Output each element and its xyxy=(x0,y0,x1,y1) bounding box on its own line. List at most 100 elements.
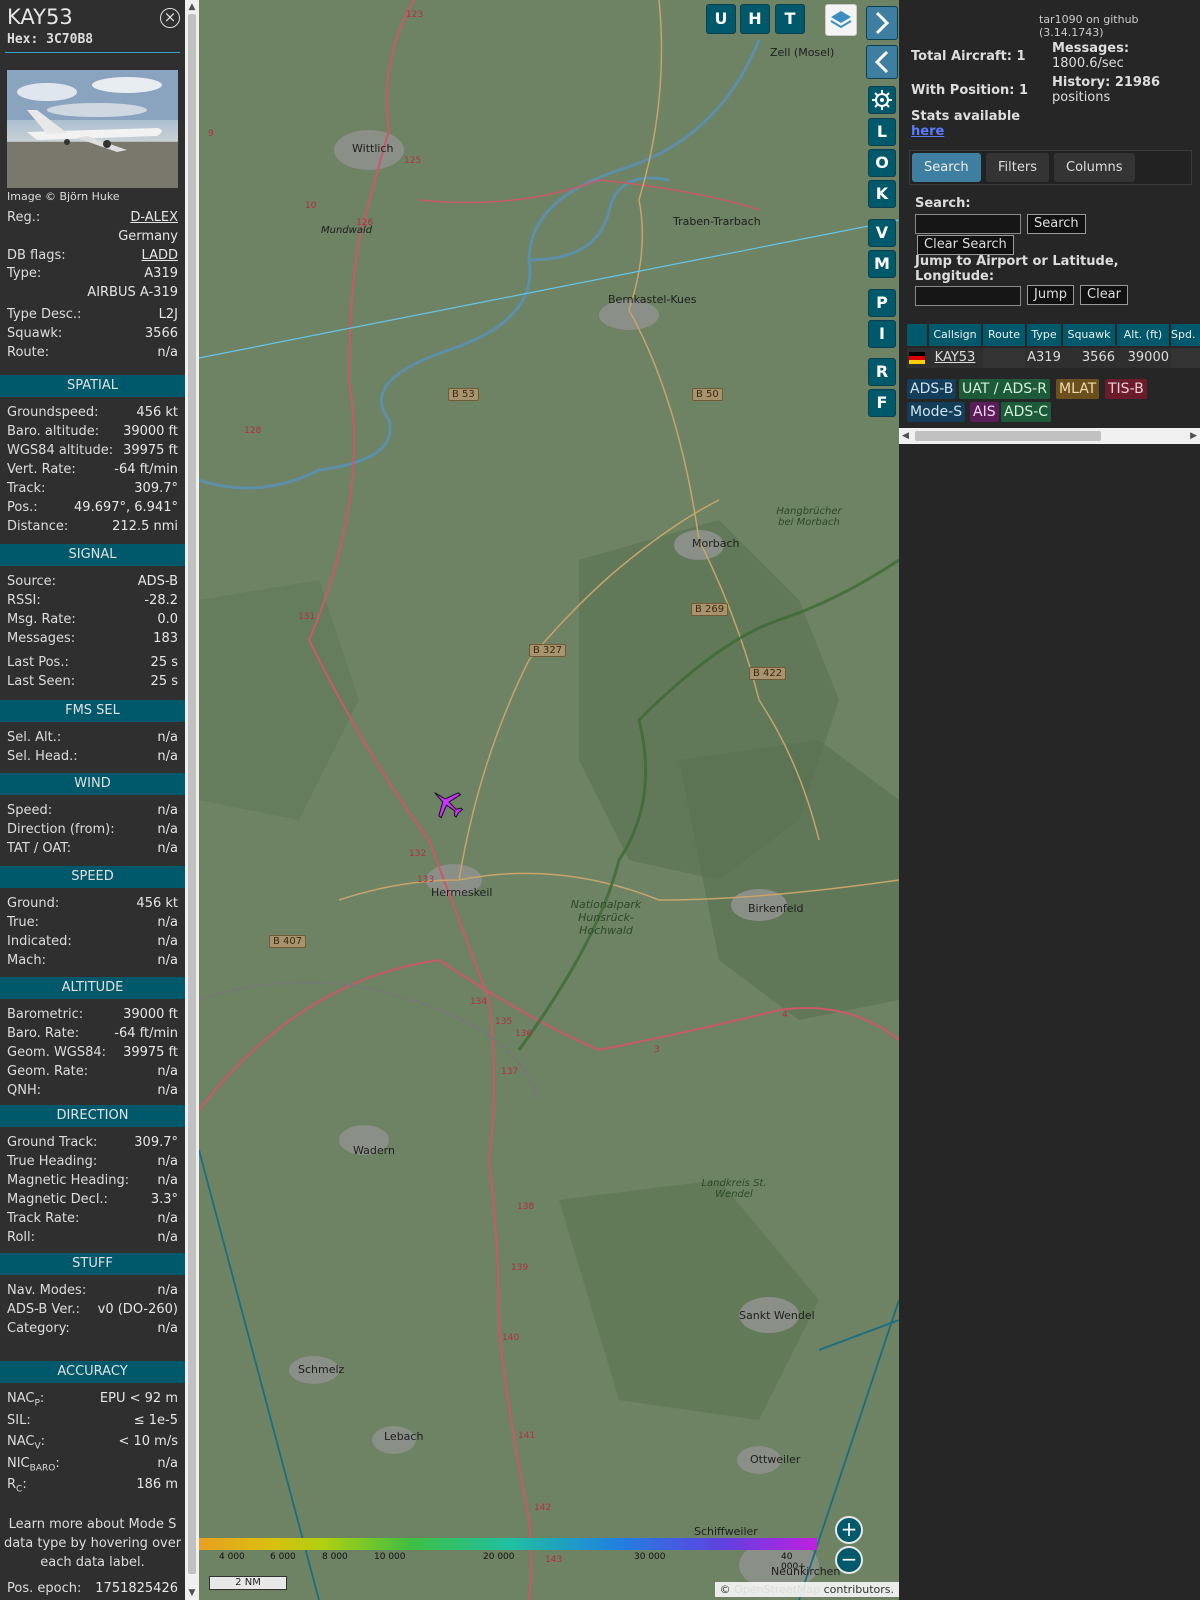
section-header[interactable]: ACCURACY xyxy=(0,1361,185,1383)
column-header-flag[interactable] xyxy=(907,324,927,346)
toggle-r-button[interactable]: R xyxy=(868,358,896,386)
scroll-thumb[interactable] xyxy=(915,431,1101,441)
scroll-up-icon[interactable]: ▲ xyxy=(185,0,199,14)
tab-columns[interactable]: Columns xyxy=(1054,153,1135,182)
toggle-t-button[interactable]: T xyxy=(775,4,805,34)
section-header[interactable]: SPEED xyxy=(0,866,185,888)
scale-bar: 2 NM xyxy=(209,1576,287,1590)
altitude-gradient xyxy=(199,1538,817,1550)
scroll-thumb[interactable] xyxy=(188,14,196,1574)
osm-link[interactable]: OpenStreetMap xyxy=(734,1583,820,1596)
section-header[interactable]: DIRECTION xyxy=(0,1105,185,1127)
attribution-suffix: contributors. xyxy=(820,1583,894,1596)
row-value: < 10 m/s xyxy=(118,1434,178,1449)
airplane-icon[interactable] xyxy=(429,785,465,821)
close-icon[interactable]: × xyxy=(160,8,180,28)
row-label: Type Desc.: xyxy=(7,307,82,322)
row-value: v0 (DO-260) xyxy=(97,1302,178,1317)
section-header[interactable]: ALTITUDE xyxy=(0,977,185,999)
section-header[interactable]: FMS SEL xyxy=(0,700,185,722)
toggle-l-button[interactable]: L xyxy=(868,118,896,146)
row-label: NICBARO: xyxy=(7,1456,60,1474)
source-chip-ais[interactable]: AIS xyxy=(970,402,999,422)
section-header[interactable]: SPATIAL xyxy=(0,375,185,397)
tab-search[interactable]: Search xyxy=(912,153,981,182)
altitude-tick: 40 000+ xyxy=(781,1552,806,1572)
label-text: NAC xyxy=(7,1391,35,1406)
column-header-squawk[interactable]: Squawk xyxy=(1063,324,1115,346)
row-route xyxy=(983,348,1025,368)
column-header-callsign[interactable]: Callsign xyxy=(929,324,981,346)
toggle-f-button[interactable]: F xyxy=(868,389,896,417)
table-scrollbar[interactable]: ◀ ▶ xyxy=(899,428,1200,444)
column-header-altitude[interactable]: Alt. (ft) xyxy=(1117,324,1169,346)
toggle-k-button[interactable]: K xyxy=(868,180,896,208)
info-row: Groundspeed: 456 kt xyxy=(7,405,178,424)
source-chip-modes[interactable]: Mode-S xyxy=(907,402,966,422)
layers-icon[interactable] xyxy=(825,4,857,36)
search-input[interactable] xyxy=(915,214,1021,234)
tab-filters[interactable]: Filters xyxy=(986,153,1049,182)
row-value: 39975 ft xyxy=(123,1045,178,1060)
clear-search-button[interactable]: Clear Search xyxy=(917,235,1014,255)
info-row: Reg.: D-ALEX xyxy=(7,210,178,229)
row-value: n/a xyxy=(157,730,178,745)
info-row: True: n/a xyxy=(7,915,178,934)
section-header[interactable]: STUFF xyxy=(0,1253,185,1275)
toggle-p-button[interactable]: P xyxy=(868,289,896,317)
row-value: n/a xyxy=(157,1211,178,1226)
place-label: Zell (Mosel) xyxy=(770,46,835,59)
place-label: Traben-Trarbach xyxy=(673,215,761,228)
github-link[interactable]: tar1090 on github (3.14.1743) xyxy=(1039,13,1200,39)
clear-button[interactable]: Clear xyxy=(1080,285,1128,305)
info-row: True Heading: n/a xyxy=(7,1154,178,1173)
source-chip-uat[interactable]: UAT / ADS-R xyxy=(959,379,1050,399)
toggle-i-button[interactable]: I xyxy=(868,320,896,348)
jump-button[interactable]: Jump xyxy=(1027,285,1074,305)
gear-icon[interactable] xyxy=(868,86,896,114)
row-label: Baro. altitude: xyxy=(7,424,100,439)
info-scrollbar[interactable]: ▲ ▼ xyxy=(185,0,199,1600)
chevron-left-icon[interactable] xyxy=(866,45,898,79)
row-label: Geom. Rate: xyxy=(7,1064,89,1079)
scroll-left-icon[interactable]: ◀ xyxy=(902,428,909,444)
aircraft-photo[interactable] xyxy=(7,70,178,188)
info-row: Direction (from): n/a xyxy=(7,822,178,841)
section-header[interactable]: SIGNAL xyxy=(0,544,185,566)
toggle-o-button[interactable]: O xyxy=(868,149,896,177)
toggle-m-button[interactable]: M xyxy=(868,250,896,278)
section-header[interactable]: WIND xyxy=(0,773,185,795)
road-number: 4 xyxy=(782,1010,788,1020)
column-header-route[interactable]: Route xyxy=(983,324,1025,346)
scroll-right-icon[interactable]: ▶ xyxy=(1190,428,1197,444)
chevron-right-icon[interactable] xyxy=(866,6,898,40)
column-header-type[interactable]: Type xyxy=(1027,324,1061,346)
row-callsign[interactable]: KAY53 xyxy=(929,348,981,368)
info-row: SIL: ≤ 1e-5 xyxy=(7,1413,178,1432)
row-label: Direction (from): xyxy=(7,822,115,837)
source-chip-adsb[interactable]: ADS-B xyxy=(907,379,957,399)
source-chip-adsc[interactable]: ADS-C xyxy=(1001,402,1052,422)
info-row: Ground: 456 kt xyxy=(7,896,178,915)
jump-input[interactable] xyxy=(915,286,1021,306)
map-view[interactable]: Zell (Mosel) Wittlich Traben-Trarbach Be… xyxy=(199,0,899,1600)
row-value: EPU < 92 m xyxy=(99,1391,178,1406)
toggle-v-button[interactable]: V xyxy=(868,219,896,247)
scroll-down-icon[interactable]: ▼ xyxy=(185,1586,199,1600)
column-header-speed[interactable]: Spd. xyxy=(1171,324,1200,346)
toggle-h-button[interactable]: H xyxy=(740,4,770,34)
stats-link[interactable]: here xyxy=(911,124,944,139)
zoom-in-button[interactable]: + xyxy=(835,1516,863,1544)
zoom-out-button[interactable]: − xyxy=(835,1546,863,1574)
toggle-u-button[interactable]: U xyxy=(706,4,736,34)
row-speed xyxy=(1171,348,1200,368)
source-chip-mlat[interactable]: MLAT xyxy=(1056,379,1100,399)
source-chip-tisb[interactable]: TIS-B xyxy=(1105,379,1147,399)
info-row: Category: n/a xyxy=(7,1321,178,1340)
info-row: Mach: n/a xyxy=(7,953,178,972)
search-button[interactable]: Search xyxy=(1027,214,1086,234)
altitude-tick: 20 000 xyxy=(483,1552,515,1562)
row-value[interactable]: LADD xyxy=(142,248,178,263)
row-value[interactable]: D-ALEX xyxy=(130,210,178,225)
road-badge: B 422 xyxy=(749,667,787,680)
